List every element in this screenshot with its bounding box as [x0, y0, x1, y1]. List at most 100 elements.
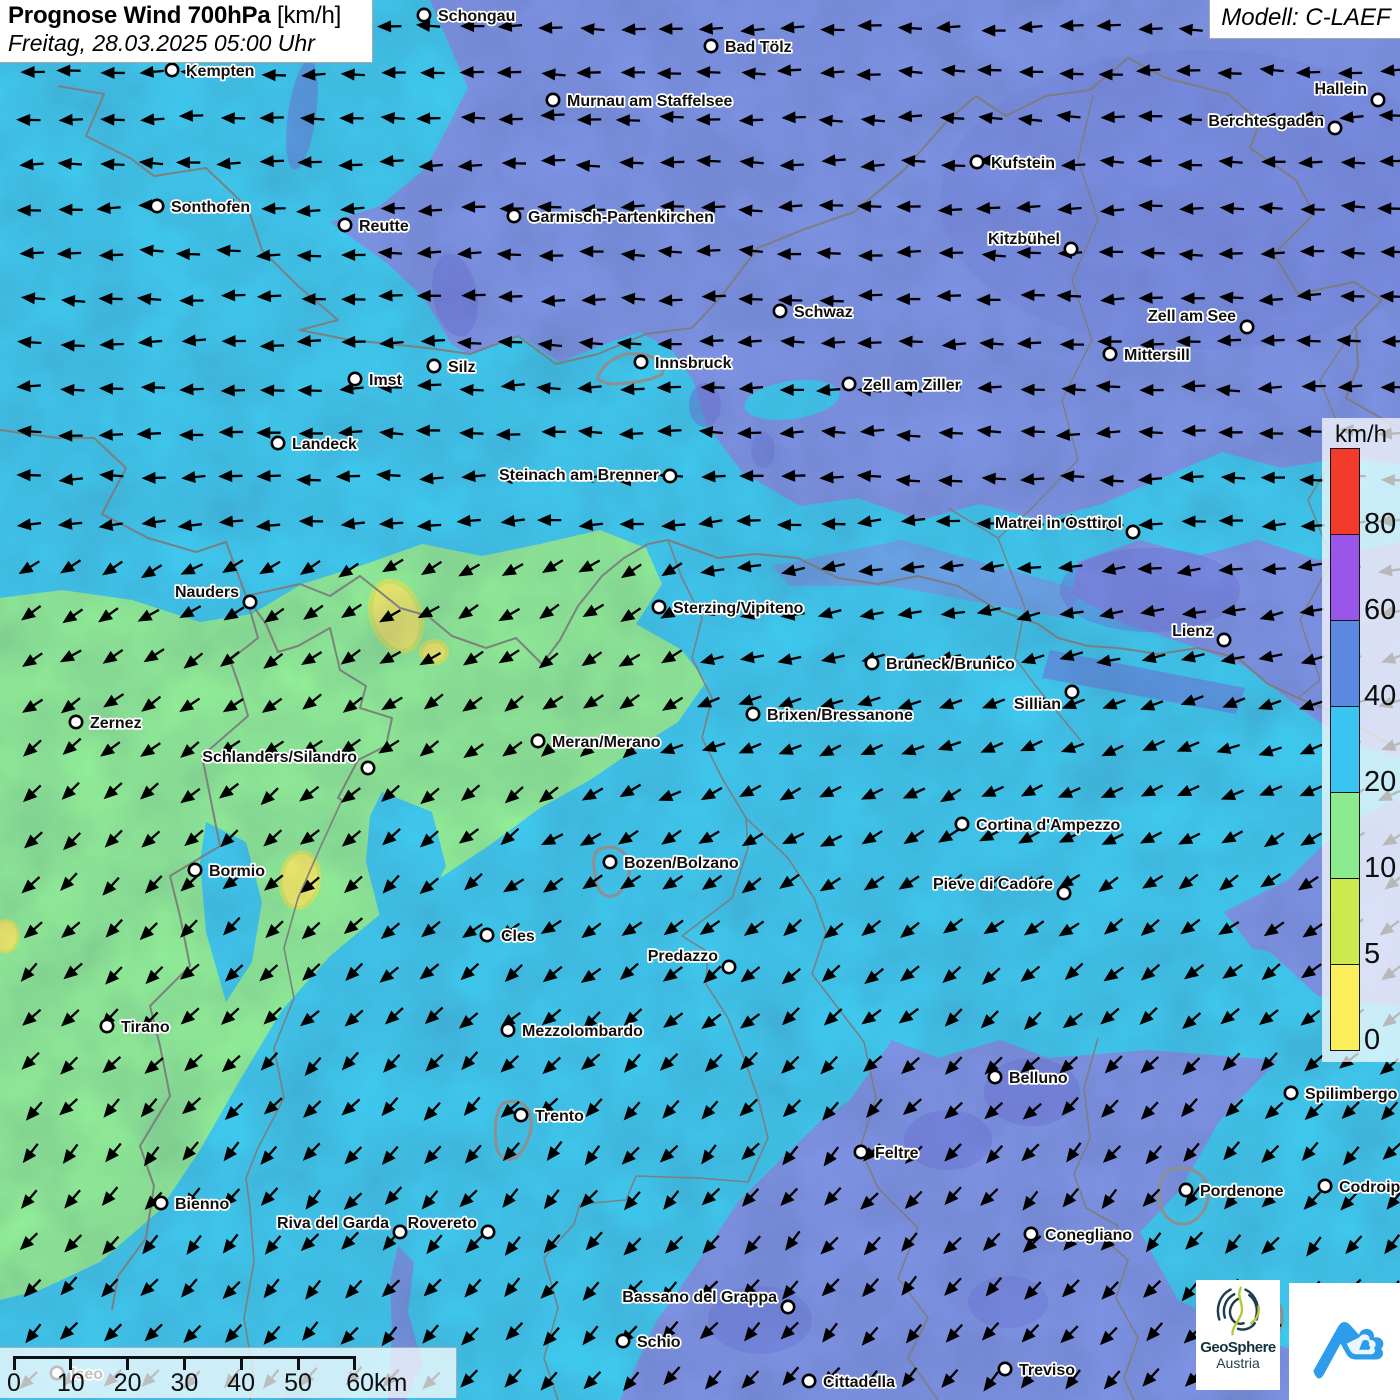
city-marker-matrei-in-osttirol: [1125, 524, 1141, 540]
scale-label-30: 30: [170, 1369, 199, 1397]
city-marker-pordenone: [1178, 1182, 1194, 1198]
city-marker-pieve-di-cadore: [1056, 885, 1072, 901]
city-label-schwaz: Schwaz: [794, 304, 853, 321]
city-marker-riva-del-garda: [392, 1224, 408, 1240]
city-marker-imst: [347, 371, 363, 387]
title-unit: [km/h]: [276, 2, 342, 29]
city-label-kempten: Kempten: [186, 63, 254, 80]
legend-swatch-60: [1330, 534, 1360, 621]
city-marker-sterzing-vipiteno: [651, 599, 667, 615]
city-marker-cittadella: [801, 1373, 817, 1389]
city-marker-kufstein: [969, 154, 985, 170]
city-bruneck-brunico: Bruneck/Brunico: [864, 654, 1017, 675]
city-marker-schwaz: [772, 303, 788, 319]
city-marker-sillian: [1064, 684, 1080, 700]
city-label-riva-del-garda: Riva del Garda: [277, 1215, 389, 1232]
city-mezzolombardo: Mezzolombardo: [500, 1021, 645, 1042]
city-label-sillian: Sillian: [1014, 696, 1061, 713]
city-marker-bad-t-lz: [703, 38, 719, 54]
legend-swatch-10: [1330, 792, 1360, 879]
city-label-imst: Imst: [369, 372, 403, 389]
geosphere-swirl-icon: [1216, 1286, 1260, 1336]
scale-tick-0: [12, 1356, 16, 1370]
city-label-silz: Silz: [448, 359, 476, 376]
city-marker-predazzo: [721, 959, 737, 975]
city-marker-mezzolombardo: [500, 1022, 516, 1038]
city-bozen-bolzano: Bozen/Bolzano: [602, 853, 741, 874]
city-label-sonthofen: Sonthofen: [171, 199, 250, 216]
mountain-cloud-icon: [1312, 1322, 1383, 1379]
scale-label-50: 50: [284, 1369, 312, 1397]
city-brixen-bressanone: Brixen/Bressanone: [745, 705, 915, 726]
legend-tick-20: 20: [1364, 766, 1397, 798]
scale-tick-10: [69, 1356, 73, 1370]
city-marker-hallein: [1370, 92, 1386, 108]
map-scale-bar: 0 10 20 30 40 50 60km: [0, 1347, 457, 1398]
scale-tick-60km: [353, 1356, 357, 1370]
scale-tick-50: [296, 1356, 300, 1370]
legend-tick-10: 10: [1364, 852, 1397, 884]
city-label-pordenone: Pordenone: [1200, 1183, 1284, 1200]
city-marker-zell-am-see: [1239, 319, 1255, 335]
city-marker-tirano: [99, 1018, 115, 1034]
city-label-mezzolombardo: Mezzolombardo: [522, 1023, 643, 1040]
city-label-zernez: Zernez: [90, 715, 142, 732]
wind-forecast-map-page: Schongau Bad Tölz Kempten Murnau am Staffel…: [0, 0, 1400, 1400]
city-marker-conegliano: [1023, 1226, 1039, 1242]
legend-tick-5: 5: [1364, 938, 1381, 970]
scale-label-20: 20: [113, 1369, 142, 1397]
city-label-lienz: Lienz: [1172, 623, 1213, 640]
city-label-murnau-am-staffelsee: Murnau am Staffelsee: [567, 93, 732, 110]
city-label-bienno: Bienno: [175, 1196, 229, 1213]
city-label-matrei-in-osttirol: Matrei in Osttirol: [995, 515, 1122, 532]
city-label-brixen-bressanone: Brixen/Bressanone: [767, 707, 913, 724]
legend-tick-0: 0: [1364, 1024, 1381, 1056]
city-label-tirano: Tirano: [121, 1019, 170, 1036]
city-label-bassano-del-grappa: Bassano del Grappa: [622, 1289, 777, 1306]
city-label-bozen-bolzano: Bozen/Bolzano: [624, 855, 739, 872]
city-marker-schongau: [416, 7, 432, 23]
geosphere-wordmark: GeoSphere: [1200, 1339, 1276, 1356]
scale-tick-20: [126, 1356, 130, 1370]
city-label-innsbruck: Innsbruck: [655, 355, 732, 372]
legend-swatch-0: [1330, 964, 1360, 1051]
city-marker-nauders: [242, 594, 258, 610]
city-cortina-d-ampezzo: Cortina d'Ampezzo: [954, 815, 1122, 836]
city-label-bruneck-brunico: Bruneck/Brunico: [886, 656, 1015, 673]
city-label-landeck: Landeck: [292, 436, 357, 453]
city-steinach-am-brenner: Steinach am Brenner: [497, 465, 678, 486]
city-label-schlanders-silandro: Schlanders/Silandro: [202, 749, 357, 766]
city-marker-bozen-bolzano: [602, 854, 618, 870]
page-title: Prognose Wind 700hPa: [8, 2, 271, 29]
geosphere-country: Austria: [1216, 1354, 1260, 1371]
city-marker-innsbruck: [633, 354, 649, 370]
mountain-cloud-logo: [1289, 1283, 1400, 1400]
city-label-cittadella: Cittadella: [823, 1374, 895, 1391]
legend-tick-80: 80: [1364, 508, 1397, 540]
city-marker-trento: [513, 1107, 529, 1123]
city-sterzing-vipiteno: Sterzing/Vipiteno: [651, 598, 805, 619]
model-label: Modell: C-LAEF: [1221, 4, 1391, 31]
city-marker-zernez: [68, 714, 84, 730]
legend-swatch-80: [1330, 448, 1360, 535]
city-marker-steinach-am-brenner: [662, 468, 678, 484]
city-label-meran-merano: Meran/Merano: [552, 734, 661, 751]
city-marker-zell-am-ziller: [841, 376, 857, 392]
model-box: Modell: C-LAEF: [1209, 0, 1400, 39]
city-label-treviso: Treviso: [1019, 1362, 1075, 1379]
city-marker-mittersill: [1102, 346, 1118, 362]
city-label-codroipo: Codroipo: [1339, 1179, 1400, 1196]
legend-tick-60: 60: [1364, 594, 1397, 626]
city-label-feltre: Feltre: [875, 1145, 919, 1162]
legend-swatch-40: [1330, 620, 1360, 707]
city-marker-reutte: [337, 217, 353, 233]
weather-map: Schongau Bad Tölz Kempten Murnau am Staffel…: [0, 0, 1400, 1400]
city-marker-meran-merano: [530, 733, 546, 749]
legend-unit-label: km/h: [1334, 421, 1387, 448]
city-label-berchtesgaden: Berchtesgaden: [1208, 113, 1324, 130]
city-murnau-am-staffelsee: Murnau am Staffelsee: [545, 91, 734, 112]
city-label-cortina-d-ampezzo: Cortina d'Ampezzo: [976, 817, 1120, 834]
city-marker-lienz: [1216, 632, 1232, 648]
city-marker-silz: [426, 358, 442, 374]
city-marker-kitzb-hel: [1063, 241, 1079, 257]
